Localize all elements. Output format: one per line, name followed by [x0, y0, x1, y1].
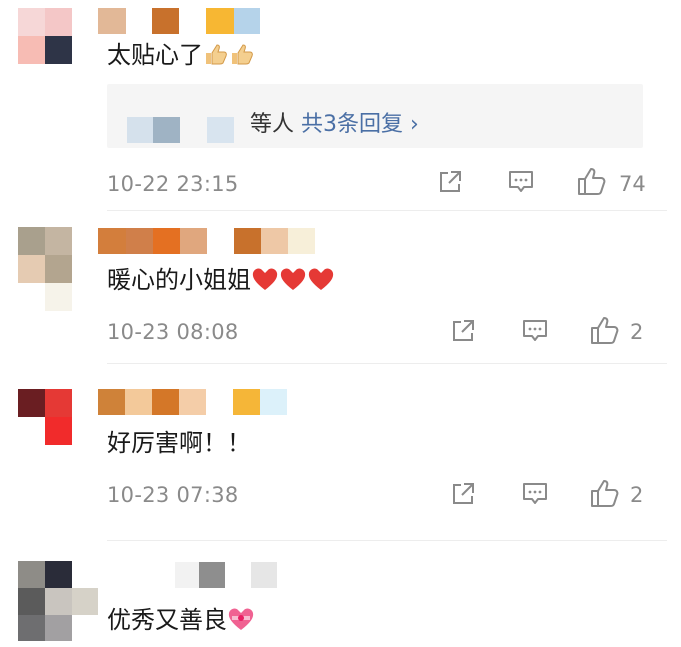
like-count: 74	[619, 172, 646, 196]
comment-text: 暖心的小姐姐	[107, 265, 335, 299]
comment-text: 好厉害啊！！	[107, 429, 251, 457]
red-heart-icon	[279, 266, 307, 299]
comment-timestamp: 10-22 23:15	[107, 172, 239, 196]
like-icon[interactable]	[576, 166, 608, 196]
avatar[interactable]	[18, 561, 98, 641]
avatar[interactable]	[18, 8, 72, 64]
share-icon[interactable]	[450, 318, 476, 344]
red-heart-icon	[307, 266, 335, 299]
like-count: 2	[630, 483, 644, 507]
divider	[107, 540, 667, 541]
thumbs-up-icon	[229, 41, 255, 74]
comment-icon[interactable]	[521, 481, 549, 507]
divider	[107, 210, 667, 211]
like-count: 2	[630, 320, 644, 344]
like-icon[interactable]	[589, 315, 621, 345]
comment-timestamp: 10-23 08:08	[107, 320, 239, 344]
avatar[interactable]	[18, 227, 72, 311]
share-icon[interactable]	[450, 481, 476, 507]
heart-with-ribbon-icon	[227, 606, 255, 639]
share-icon[interactable]	[437, 169, 463, 195]
comment-text: 优秀又善良	[107, 605, 255, 639]
reply-summary[interactable]: 等人 共3条回复 ›	[250, 106, 419, 138]
chevron-right-icon: ›	[410, 112, 419, 137]
comment-icon[interactable]	[507, 169, 535, 195]
thumbs-up-icon	[203, 41, 229, 74]
comment-icon[interactable]	[521, 318, 549, 344]
comment-text: 太贴心了	[107, 40, 255, 74]
comment-timestamp: 10-23 07:38	[107, 483, 239, 507]
reply-prefix: 等人	[250, 112, 295, 137]
red-heart-icon	[251, 266, 279, 299]
avatar[interactable]	[18, 389, 72, 445]
divider	[107, 363, 667, 364]
view-replies-link[interactable]: 共3条回复	[301, 112, 403, 137]
like-icon[interactable]	[589, 478, 621, 508]
